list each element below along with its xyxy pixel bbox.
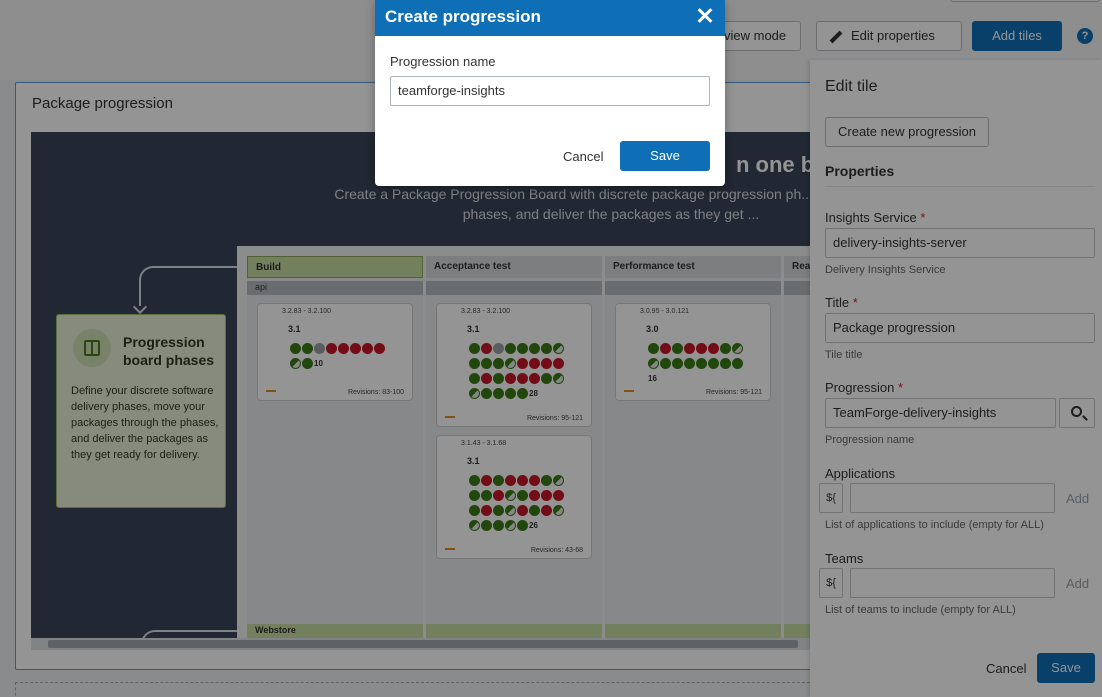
dialog-cancel-button[interactable]: Cancel	[563, 149, 603, 164]
create-progression-dialog: Create progression Progression name team…	[375, 0, 725, 186]
dialog-title: Create progression	[375, 0, 725, 36]
dialog-save-button[interactable]: Save	[620, 141, 710, 171]
progression-name-input[interactable]: teamforge-insights	[390, 76, 710, 106]
progression-name-label: Progression name	[390, 54, 496, 69]
close-icon[interactable]	[695, 6, 715, 26]
